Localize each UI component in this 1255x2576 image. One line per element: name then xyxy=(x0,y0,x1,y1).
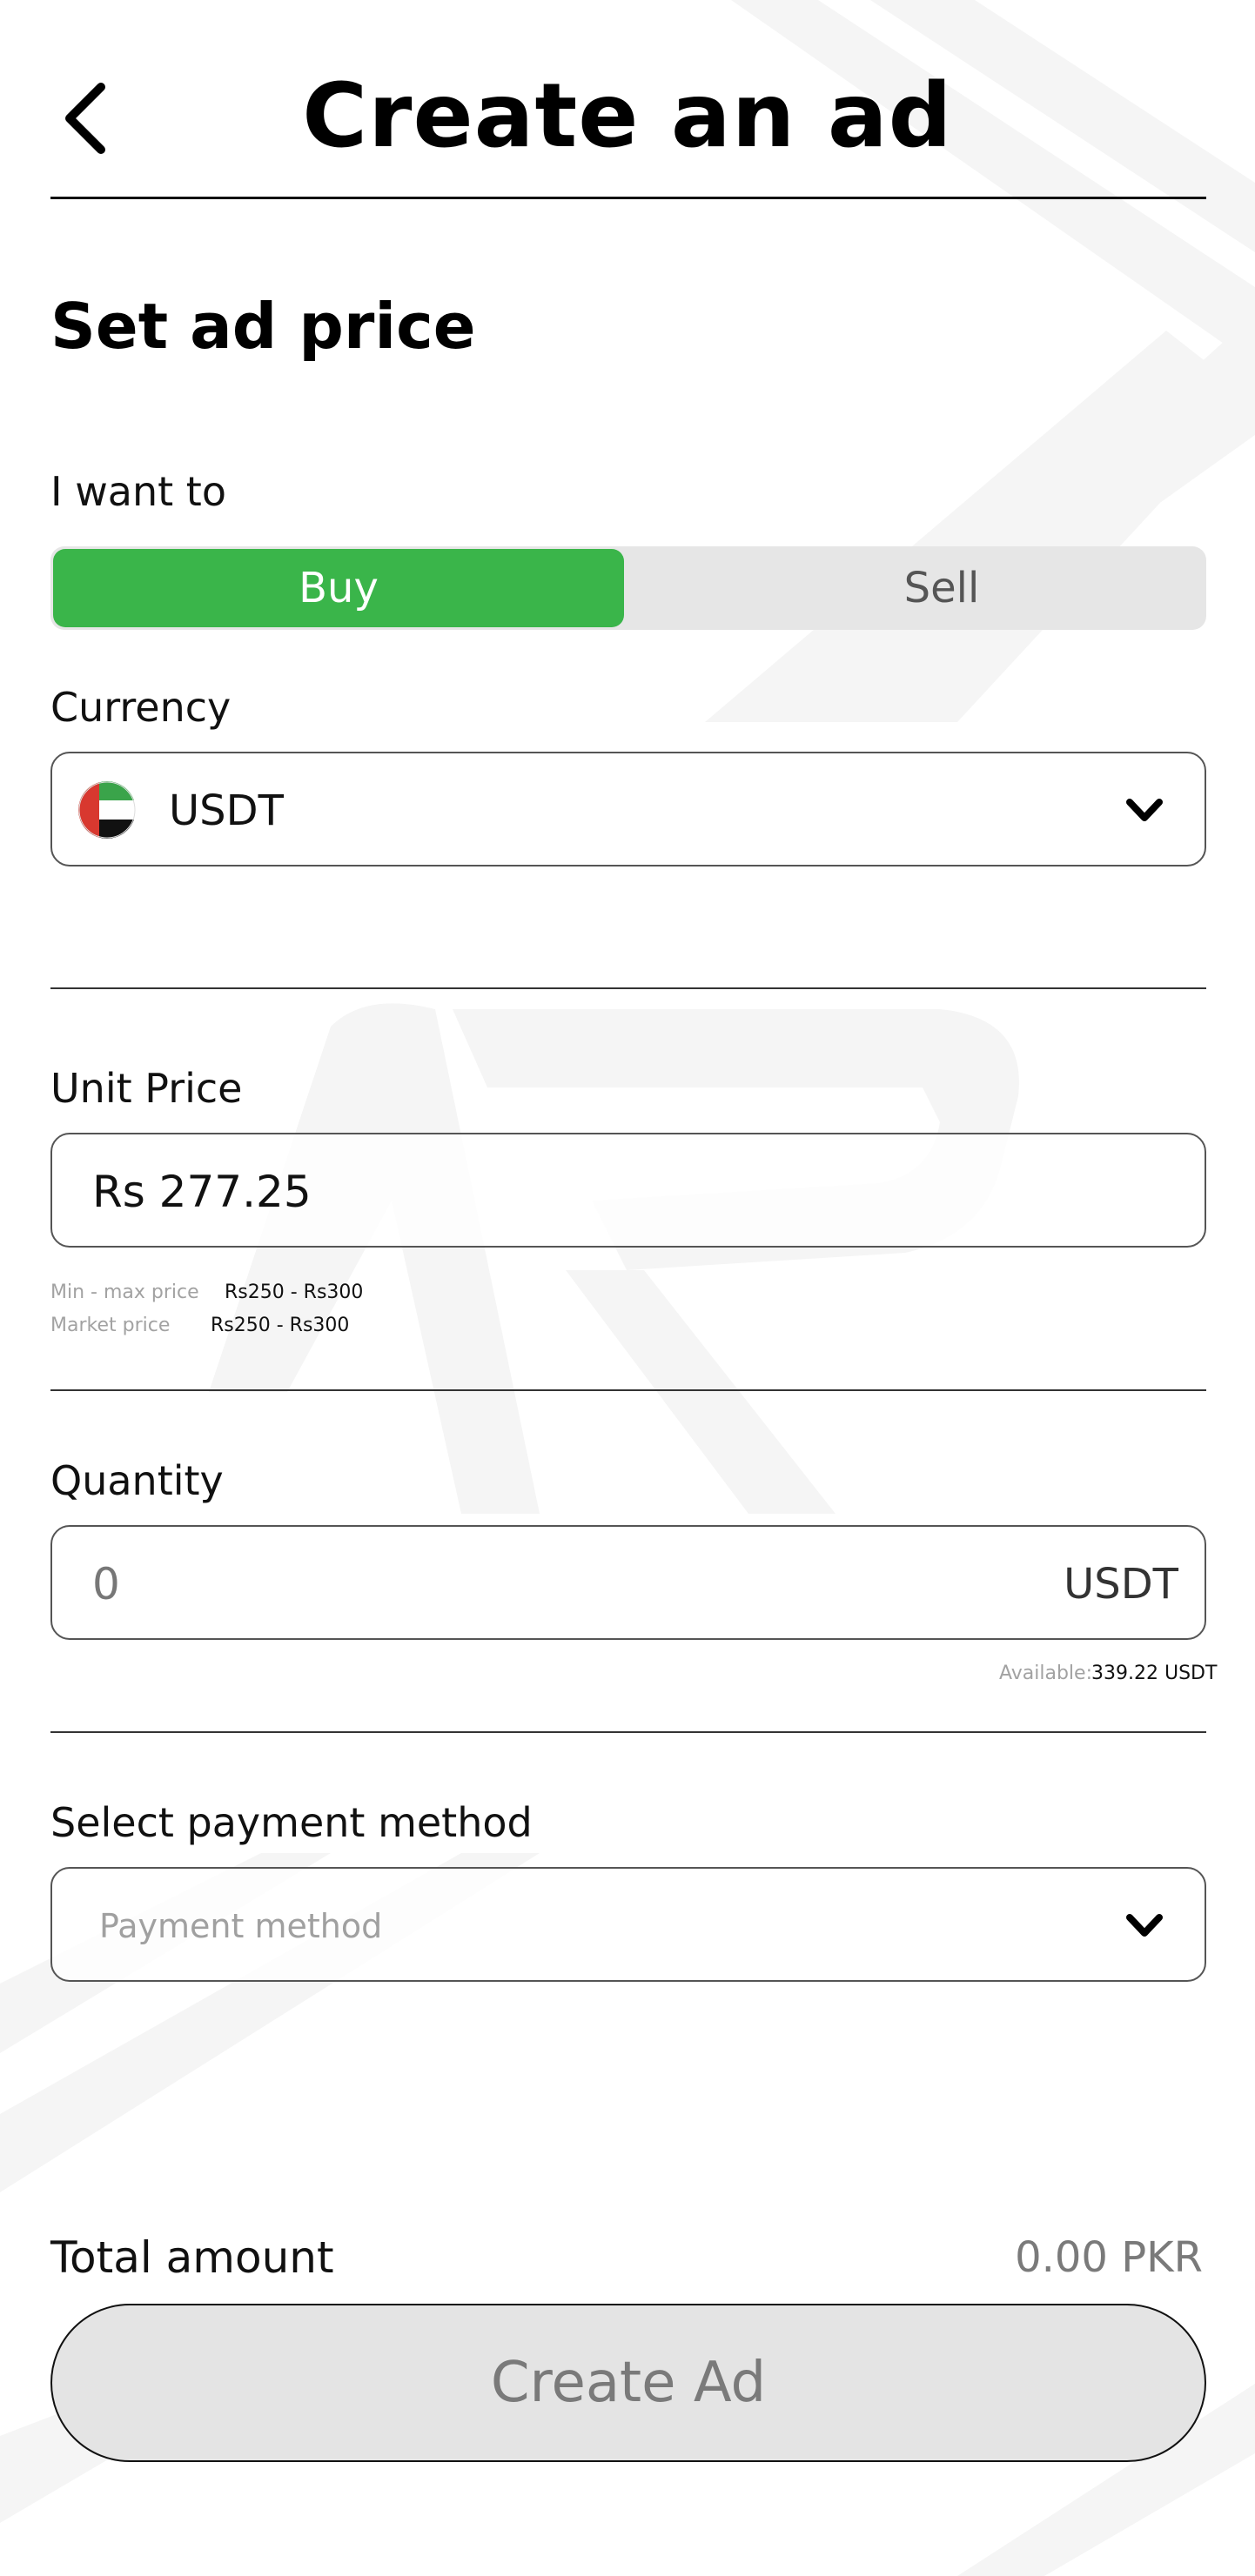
divider xyxy=(50,1731,1206,1733)
section-title: Set ad price xyxy=(50,290,476,363)
quantity-value: 0 xyxy=(92,1559,120,1609)
currency-value: USDT xyxy=(169,786,284,835)
quantity-label: Quantity xyxy=(50,1457,224,1504)
uae-flag-icon xyxy=(78,781,136,839)
total-amount-label: Total amount xyxy=(50,2232,334,2283)
intent-label: I want to xyxy=(50,468,226,515)
min-max-price-value: Rs250 - Rs300 xyxy=(225,1281,364,1303)
page-title: Create an ad xyxy=(302,64,953,168)
payment-method-label: Select payment method xyxy=(50,1799,533,1846)
buy-option[interactable]: Buy xyxy=(53,549,624,627)
unit-price-value: Rs 277.25 xyxy=(92,1167,312,1217)
quantity-input[interactable]: 0 USDT xyxy=(50,1525,1206,1640)
market-price-label: Market price xyxy=(50,1315,171,1336)
create-ad-screen: Create an ad Set ad price I want to Buy … xyxy=(0,0,1255,2576)
chevron-down-icon xyxy=(1126,799,1163,821)
quantity-unit: USDT xyxy=(1064,1560,1178,1609)
payment-method-placeholder: Payment method xyxy=(99,1907,383,1945)
divider xyxy=(50,987,1206,989)
sell-option[interactable]: Sell xyxy=(677,546,1206,630)
chevron-down-icon xyxy=(1126,1914,1163,1937)
currency-label: Currency xyxy=(50,684,232,731)
min-max-price-label: Min - max price xyxy=(50,1281,199,1303)
available-label: Available: xyxy=(999,1663,1092,1684)
create-ad-button[interactable]: Create Ad xyxy=(50,2304,1206,2462)
total-amount-value: 0.00 PKR xyxy=(1015,2233,1203,2282)
unit-price-input[interactable]: Rs 277.25 xyxy=(50,1133,1206,1248)
payment-method-select[interactable]: Payment method xyxy=(50,1867,1206,1982)
market-price-value: Rs250 - Rs300 xyxy=(211,1315,350,1336)
available-value: 339.22 USDT xyxy=(1091,1663,1218,1684)
buy-sell-toggle: Buy Sell xyxy=(50,546,1206,630)
divider xyxy=(50,1389,1206,1391)
unit-price-label: Unit Price xyxy=(50,1065,243,1112)
currency-select[interactable]: USDT xyxy=(50,752,1206,866)
header-divider xyxy=(50,197,1206,199)
